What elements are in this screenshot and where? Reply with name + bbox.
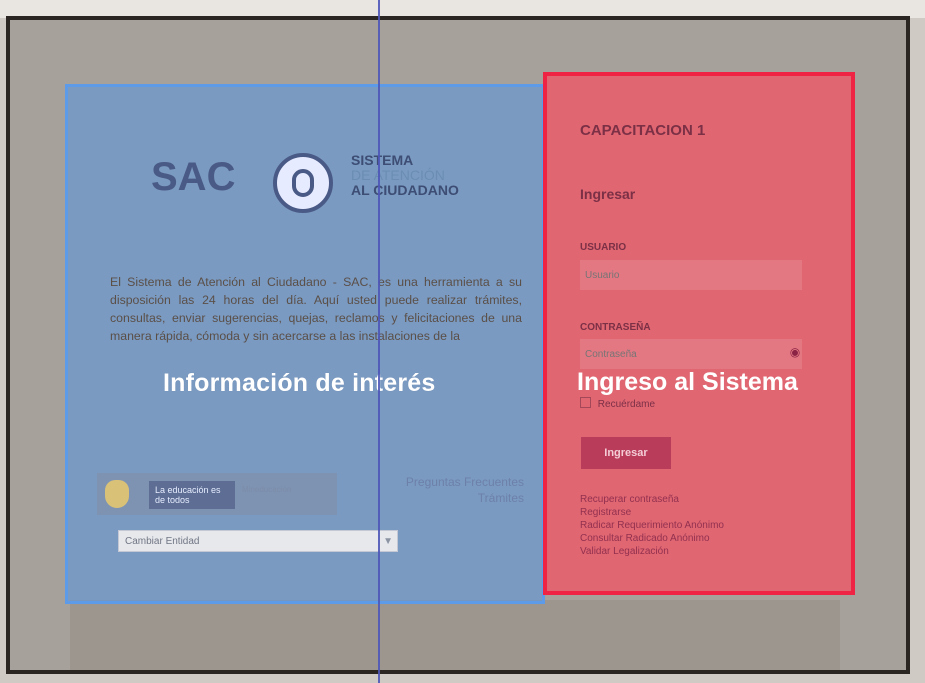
gov-badge-main: La educación es de todos xyxy=(149,481,235,509)
change-entity-select[interactable]: Cambiar Entidad ▼ xyxy=(118,530,398,552)
logo-line-2: DE ATENCIÓN xyxy=(351,167,445,183)
government-badge: La educación es de todos Mineducación xyxy=(97,473,337,515)
login-panel: CAPACITACION 1 Ingresar USUARIO CONTRASE… xyxy=(543,72,855,595)
anonymous-consult-link[interactable]: Consultar Radicado Anónimo xyxy=(580,532,724,545)
vertical-guide-line xyxy=(378,0,380,683)
faq-link[interactable]: Preguntas Frecuentes xyxy=(406,474,524,490)
info-links: Preguntas Frecuentes Trámites xyxy=(406,474,524,506)
change-entity-value: Cambiar Entidad xyxy=(125,536,200,547)
username-input[interactable] xyxy=(580,260,802,290)
login-button[interactable]: Ingresar xyxy=(581,437,671,469)
remember-checkbox[interactable] xyxy=(580,397,591,408)
logo-line-3: AL CIUDADANO xyxy=(351,182,459,198)
gov-badge-sub: Mineducación xyxy=(242,485,292,494)
information-panel: SAC SISTEMA DE ATENCIÓN AL CIUDADANO El … xyxy=(65,84,545,604)
tramites-link[interactable]: Trámites xyxy=(406,490,524,506)
login-title: CAPACITACION 1 xyxy=(580,122,706,139)
anonymous-request-link[interactable]: Radicar Requerimiento Anónimo xyxy=(580,519,724,532)
recover-password-link[interactable]: Recuperar contraseña xyxy=(580,493,724,506)
information-overlay-label: Información de interés xyxy=(163,369,436,397)
logo-line-1: SISTEMA xyxy=(351,152,414,168)
validate-legalization-link[interactable]: Validar Legalización xyxy=(580,545,724,558)
remember-label: Recuérdame xyxy=(597,399,656,410)
hand-icon xyxy=(273,153,333,213)
eye-icon[interactable]: ◉ xyxy=(787,344,803,360)
password-input[interactable] xyxy=(580,339,802,369)
logo-text: SISTEMA DE ATENCIÓN AL CIUDADANO xyxy=(351,153,459,198)
sac-description: El Sistema de Atención al Ciudadano - SA… xyxy=(110,275,522,344)
remember-row[interactable]: Recuérdame xyxy=(580,397,655,410)
username-label: USUARIO xyxy=(580,242,627,253)
chevron-down-icon: ▼ xyxy=(383,536,393,547)
logo-brand: SAC xyxy=(151,155,236,199)
login-overlay-label: Ingreso al Sistema xyxy=(577,368,798,396)
sac-logo: SAC SISTEMA DE ATENCIÓN AL CIUDADANO xyxy=(151,143,491,233)
lower-shade xyxy=(70,600,840,670)
shield-icon xyxy=(105,480,129,508)
login-heading: Ingresar xyxy=(580,186,636,202)
login-links: Recuperar contraseña Registrarse Radicar… xyxy=(580,493,724,558)
register-link[interactable]: Registrarse xyxy=(580,506,724,519)
password-label: CONTRASEÑA xyxy=(580,322,651,333)
